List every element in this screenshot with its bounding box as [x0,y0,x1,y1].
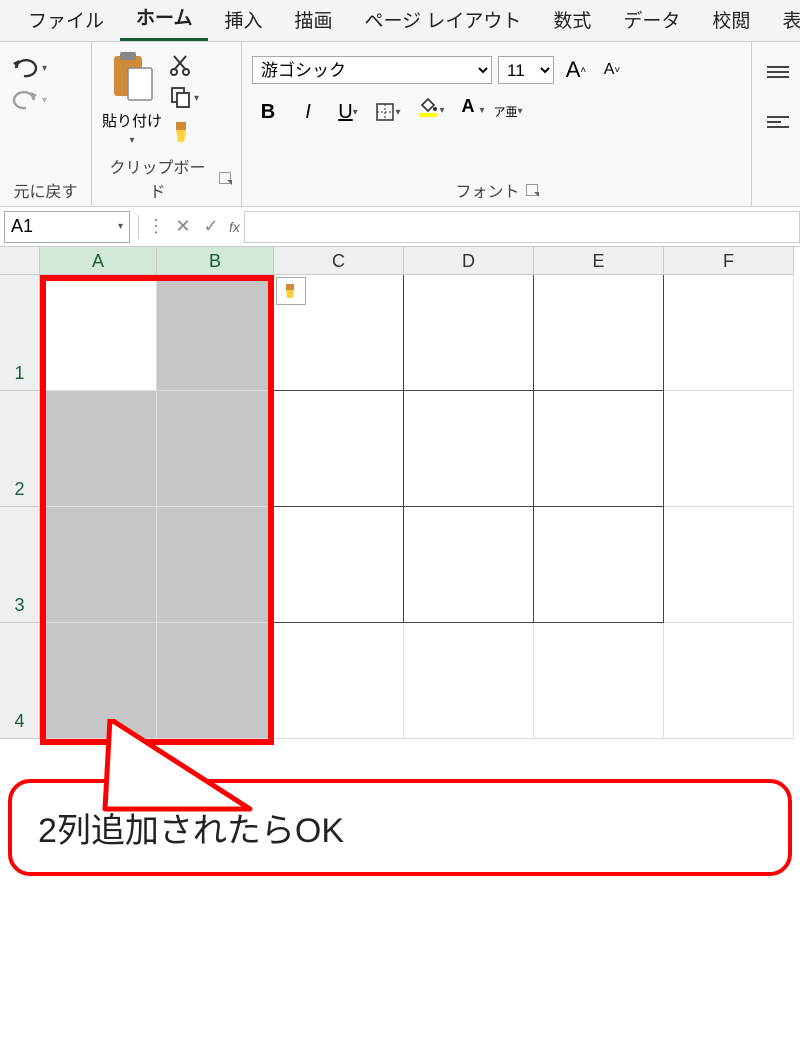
select-all-corner[interactable] [0,247,40,275]
increase-font-size-button[interactable]: A˄ [560,54,592,86]
spreadsheet-grid: A B C D E F 1 2 3 [0,247,800,739]
group-label-undo: 元に戻す [10,174,81,204]
formula-input[interactable] [244,211,800,243]
cell-A1[interactable] [40,275,157,391]
underline-button[interactable]: U▾ [332,96,364,128]
bold-button[interactable]: B [252,96,284,128]
cut-button[interactable] [170,52,199,76]
cancel-formula-button[interactable]: ✕ [169,213,197,241]
copy-icon [170,86,192,110]
group-label-clipboard: クリップボード [102,154,213,202]
column-header-D[interactable]: D [404,247,534,275]
font-size-select[interactable]: 11 [498,56,554,84]
undo-button[interactable]: ▾ [10,56,47,80]
paintbrush-icon [282,282,300,300]
column-header-E[interactable]: E [534,247,664,275]
borders-button[interactable]: ▾ [372,96,404,128]
tab-page-layout[interactable]: ページ レイアウト [348,0,537,41]
borders-icon [375,102,395,122]
phonetic-guide-button[interactable]: ア亜▾ [492,96,524,128]
copy-button[interactable]: ▾ [170,86,199,110]
paint-bucket-icon [418,97,438,113]
group-label-font: フォント [455,178,519,202]
cell-E4[interactable] [534,623,664,739]
column-header-A[interactable]: A [40,247,157,275]
cell-F3[interactable] [664,507,794,623]
cell-A3[interactable] [40,507,157,623]
clipboard-icon [108,48,156,106]
format-painter-button[interactable] [170,120,199,146]
cell-B2[interactable] [157,391,274,507]
callout-pointer-icon [100,719,260,829]
annotation-callout: 2列追加されたらOK [0,779,800,876]
cell-D4[interactable] [404,623,534,739]
tab-review[interactable]: 校閲 [696,0,766,41]
paste-button[interactable]: 貼り付け ▾ [102,48,162,146]
decrease-font-size-button[interactable]: A˅ [596,54,628,86]
font-color-button[interactable]: A ▾ [452,96,484,128]
enter-formula-button[interactable]: ✓ [197,213,225,241]
cell-E2[interactable] [534,391,664,507]
scissors-icon [170,52,192,76]
column-header-C[interactable]: C [274,247,404,275]
formula-bar: A1▾ ⋮ ✕ ✓ fx [0,207,800,247]
font-name-select[interactable]: 游ゴシック [252,56,492,84]
row-header-2[interactable]: 2 [0,391,40,507]
cell-D1[interactable] [404,275,534,391]
tab-data[interactable]: データ [607,0,696,41]
tab-insert[interactable]: 挿入 [208,0,278,41]
align-top-button[interactable] [762,56,794,88]
tab-formulas[interactable]: 数式 [537,0,607,41]
cell-E3[interactable] [534,507,664,623]
dialog-launcher-clipboard[interactable] [219,172,231,184]
cell-E1[interactable] [534,275,664,391]
ribbon-tabs: ファイル ホーム 挿入 描画 ページ レイアウト 数式 データ 校閲 表 [0,0,800,42]
cell-F2[interactable] [664,391,794,507]
column-header-F[interactable]: F [664,247,794,275]
ribbon: ▾ ▾ 元に戻す 貼り付け [0,42,800,207]
chevron-down-icon: ▾ [194,93,199,104]
cell-C2[interactable] [274,391,404,507]
row-header-1[interactable]: 1 [0,275,40,391]
italic-button[interactable]: I [292,96,324,128]
cell-F4[interactable] [664,623,794,739]
cell-D2[interactable] [404,391,534,507]
cell-B3[interactable] [157,507,274,623]
align-left-button[interactable] [762,106,794,138]
dialog-launcher-font[interactable] [526,184,538,196]
row-header-4[interactable]: 4 [0,623,40,739]
fx-label[interactable]: fx [229,219,240,235]
name-box[interactable]: A1▾ [4,211,130,243]
cell-F1[interactable] [664,275,794,391]
column-header-B[interactable]: B [157,247,274,275]
paste-label: 貼り付け [102,110,162,131]
chevron-down-icon: ▾ [129,135,134,146]
cell-C4[interactable] [274,623,404,739]
cell-C3[interactable] [274,507,404,623]
chevron-down-icon: ▾ [42,63,47,74]
cell-B1[interactable] [157,275,274,391]
tab-view-partial[interactable]: 表 [766,0,800,41]
insert-options-button[interactable] [276,277,306,305]
cell-D3[interactable] [404,507,534,623]
redo-button[interactable]: ▾ [10,88,47,112]
tab-home[interactable]: ホーム [120,0,208,41]
fill-color-button[interactable]: ▾ [412,96,444,128]
tab-file[interactable]: ファイル [12,0,120,41]
paintbrush-icon [170,120,192,146]
tab-draw[interactable]: 描画 [278,0,348,41]
chevron-down-icon: ▾ [42,95,47,106]
cell-A2[interactable] [40,391,157,507]
row-header-3[interactable]: 3 [0,507,40,623]
